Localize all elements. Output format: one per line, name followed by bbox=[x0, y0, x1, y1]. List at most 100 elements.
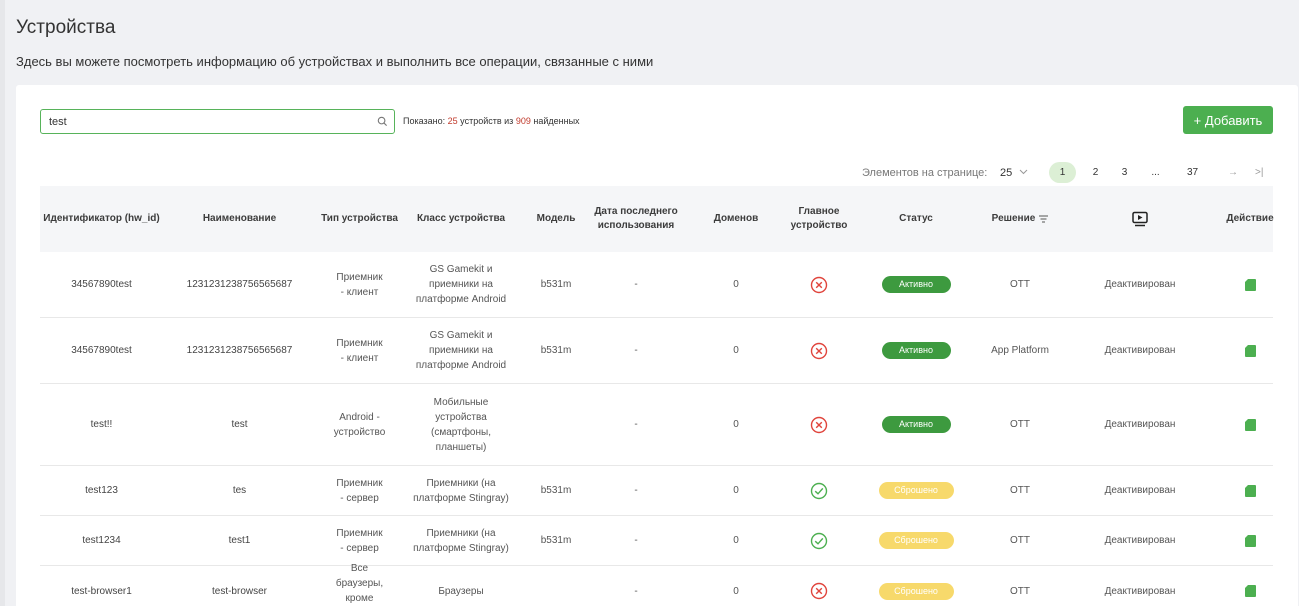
sim-card-icon[interactable] bbox=[1244, 344, 1256, 357]
cell-solution: OTT bbox=[1010, 485, 1030, 496]
search-field[interactable] bbox=[40, 109, 395, 134]
check-circle-icon bbox=[810, 532, 828, 549]
cell-model: b531m bbox=[540, 485, 572, 496]
page-title: Устройства bbox=[16, 17, 116, 38]
cell-hw-id: test-browser1 bbox=[71, 585, 132, 597]
cell-main bbox=[793, 566, 845, 606]
page-button-3[interactable]: 3 bbox=[1114, 162, 1135, 183]
cell-domains: 0 bbox=[733, 585, 739, 597]
shown-count: 25 bbox=[447, 116, 458, 126]
next-page-icon[interactable]: → bbox=[1228, 167, 1238, 178]
cell-solution: OTT bbox=[1010, 419, 1030, 430]
cell-video: Деактивирован bbox=[1104, 345, 1176, 356]
sim-card-icon[interactable] bbox=[1244, 278, 1256, 291]
cell-action bbox=[1227, 466, 1273, 515]
cell-solution: OTT bbox=[1010, 535, 1030, 546]
cell-last-used: - bbox=[634, 419, 638, 430]
header-type[interactable]: Тип устройства bbox=[316, 186, 403, 252]
sim-card-icon[interactable] bbox=[1244, 484, 1256, 497]
header-status[interactable]: Статус bbox=[845, 186, 987, 252]
search-input[interactable] bbox=[41, 110, 361, 133]
page-button-1[interactable]: 1 bbox=[1049, 162, 1076, 183]
cell-name: 1231231238756565687 bbox=[186, 279, 293, 290]
cell-class: GS Gamekit и приемники на платформе Andr… bbox=[415, 330, 507, 371]
cell-domains: 0 bbox=[733, 535, 739, 546]
cell-type: Приемник - клиент bbox=[336, 337, 383, 364]
cell-main bbox=[793, 466, 845, 515]
status-badge: Сброшено bbox=[878, 582, 954, 600]
cell-domains: 0 bbox=[733, 345, 739, 356]
cell-name: test1 bbox=[228, 535, 251, 546]
header-action: Действие bbox=[1226, 213, 1274, 224]
cell-video: Деактивирован bbox=[1104, 485, 1176, 496]
error-circle-icon bbox=[810, 416, 828, 433]
sim-card-icon[interactable] bbox=[1244, 585, 1256, 597]
page-subtitle: Здесь вы можете посмотреть информацию об… bbox=[16, 54, 654, 69]
table-row[interactable]: test!! test Android - устройство Мобильн… bbox=[40, 384, 1273, 466]
cell-hw-id: test1234 bbox=[82, 535, 121, 546]
cell-action bbox=[1227, 566, 1273, 606]
cell-status: Активно bbox=[845, 252, 987, 317]
cell-status: Сброшено bbox=[845, 566, 987, 606]
per-page-select[interactable]: 25 bbox=[1000, 167, 1012, 179]
page-button-37[interactable]: 37 bbox=[1182, 162, 1203, 183]
cell-main bbox=[793, 384, 845, 465]
error-circle-icon bbox=[810, 582, 828, 600]
per-page-label: Элементов на странице: bbox=[862, 167, 988, 179]
header-main-device[interactable]: Главное устройство bbox=[791, 186, 848, 252]
total-suffix: найденных bbox=[533, 116, 580, 126]
cell-class: Мобильные устройства (смартфоны, планшет… bbox=[431, 396, 491, 453]
cell-name: tes bbox=[232, 485, 247, 496]
page-ellipsis: ... bbox=[1151, 167, 1160, 178]
cell-main bbox=[793, 252, 845, 317]
cell-video: Деактивирован bbox=[1104, 279, 1176, 290]
cell-domains: 0 bbox=[733, 485, 739, 496]
sim-card-icon[interactable] bbox=[1244, 418, 1256, 431]
search-icon[interactable] bbox=[377, 116, 388, 127]
cell-name: 1231231238756565687 bbox=[186, 345, 293, 356]
cell-hw-id: 34567890test bbox=[71, 345, 132, 356]
status-badge: Активно bbox=[881, 416, 951, 433]
error-circle-icon bbox=[810, 276, 828, 293]
header-model[interactable]: Модель bbox=[519, 186, 593, 252]
cell-domains: 0 bbox=[733, 279, 739, 290]
header-last-used[interactable]: Дата последнего использования bbox=[593, 186, 679, 252]
header-name[interactable]: Наименование bbox=[163, 186, 316, 252]
cell-hw-id: test!! bbox=[90, 419, 113, 430]
header-hw-id[interactable]: Идентификатор (hw_id) bbox=[40, 186, 163, 252]
cell-last-used: - bbox=[634, 345, 638, 356]
cell-status: Активно bbox=[845, 384, 987, 465]
sim-card-icon[interactable] bbox=[1244, 534, 1256, 547]
table-row[interactable]: test-browser1 test-browser Все браузеры,… bbox=[40, 563, 1273, 606]
cell-main bbox=[793, 516, 845, 565]
cell-type: Все браузеры, кроме Safari bbox=[335, 563, 384, 604]
header-video[interactable] bbox=[1053, 186, 1227, 252]
table-row[interactable]: 34567890test 1231231238756565687 Приемни… bbox=[40, 318, 1273, 384]
cell-action bbox=[1227, 252, 1273, 317]
table-row[interactable]: test123 tes Приемник - сервер Приемники … bbox=[40, 466, 1273, 516]
chevron-down-icon[interactable] bbox=[1019, 167, 1028, 178]
page-button-2[interactable]: 2 bbox=[1085, 162, 1106, 183]
cell-status: Активно bbox=[845, 318, 987, 383]
status-badge: Сброшено bbox=[878, 532, 954, 549]
cell-name: test-browser bbox=[211, 585, 267, 597]
last-page-icon[interactable]: >| bbox=[1255, 167, 1263, 178]
filter-icon[interactable] bbox=[1039, 215, 1049, 223]
cell-video: Деактивирован bbox=[1104, 419, 1176, 430]
header-domains[interactable]: Доменов bbox=[679, 186, 793, 252]
header-class[interactable]: Класс устройства bbox=[403, 186, 519, 252]
cell-action bbox=[1227, 516, 1273, 565]
cell-model: b531m bbox=[540, 345, 572, 356]
table-row[interactable]: test1234 test1 Приемник - сервер Приемни… bbox=[40, 516, 1273, 566]
table-row[interactable]: 34567890test 1231231238756565687 Приемни… bbox=[40, 252, 1273, 318]
cell-class: Приемники (на платформе Stingray) bbox=[413, 527, 509, 554]
cell-domains: 0 bbox=[733, 419, 739, 430]
check-circle-icon bbox=[810, 482, 828, 499]
add-device-button[interactable]: + Добавить bbox=[1183, 106, 1273, 134]
header-solution[interactable]: Решение bbox=[987, 186, 1053, 252]
shown-unit: устройств bbox=[460, 116, 502, 126]
cell-video: Деактивирован bbox=[1104, 535, 1176, 546]
cell-hw-id: test123 bbox=[85, 485, 118, 496]
status-badge: Сброшено bbox=[878, 482, 954, 499]
cell-last-used: - bbox=[634, 585, 638, 597]
